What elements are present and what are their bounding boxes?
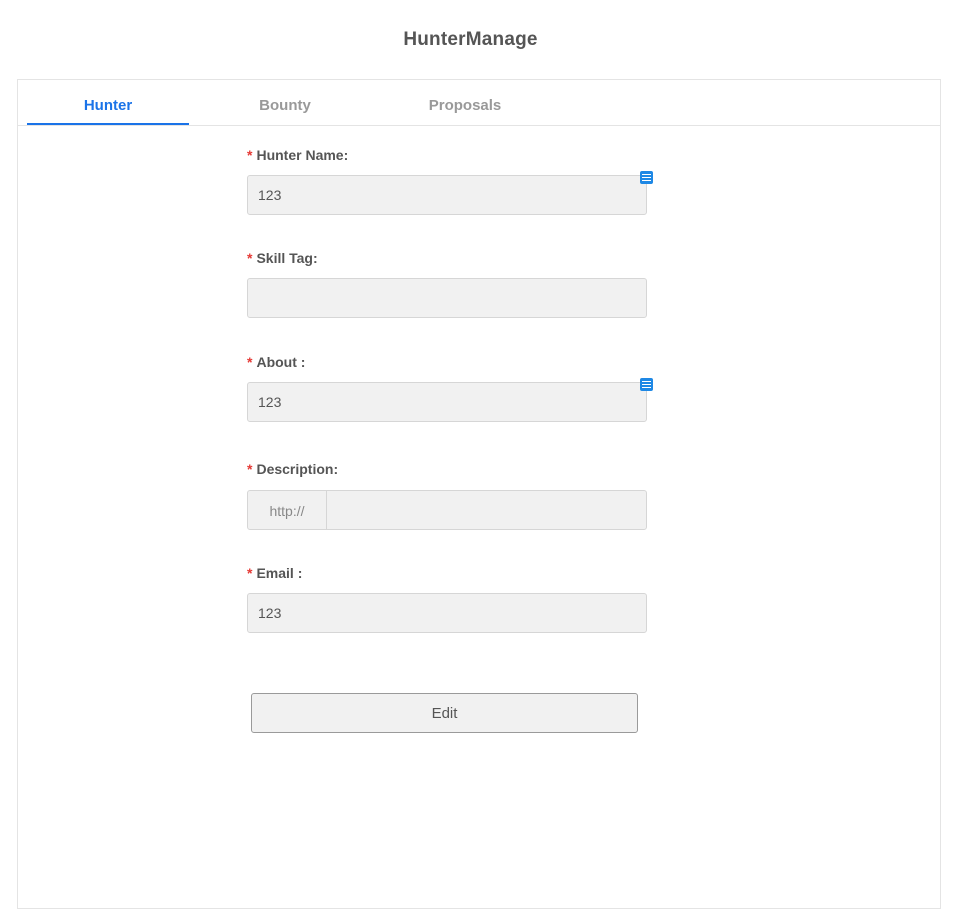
required-marker: * [247,147,253,163]
url-prefix-addon: http:// [248,491,327,529]
skill-tag-label: * Skill Tag: [247,250,318,266]
required-marker: * [247,461,253,477]
email-label: * Email : [247,565,302,581]
tab-bounty[interactable]: Bounty [204,80,366,125]
required-marker: * [247,354,253,370]
list-icon[interactable] [640,378,653,391]
description-field: http:// [247,490,647,530]
about-label-text: About : [256,354,306,370]
skill-tag-label-text: Skill Tag: [256,250,318,266]
about-label: * About : [247,354,305,370]
email-label-text: Email : [256,565,303,581]
edit-button[interactable]: Edit [251,693,638,733]
description-input[interactable] [327,491,646,529]
list-icon[interactable] [640,171,653,184]
tab-hunter[interactable]: Hunter [27,80,189,125]
tab-bar: Hunter Bounty Proposals [18,80,940,126]
tab-proposals-label: Proposals [428,97,502,114]
about-input[interactable] [247,382,647,422]
skill-tag-input[interactable] [247,278,647,318]
tab-proposals[interactable]: Proposals [384,80,546,125]
description-label: * Description: [247,461,338,477]
hunter-name-input[interactable] [247,175,647,215]
hunter-name-label: * Hunter Name: [247,147,348,163]
required-marker: * [247,565,253,581]
email-input[interactable] [247,593,647,633]
active-tab-indicator [27,123,189,125]
page-title: HunterManage [403,29,538,50]
hunter-name-label-text: Hunter Name: [256,147,349,163]
description-label-text: Description: [256,461,339,477]
tab-hunter-label: Hunter [83,97,133,114]
required-marker: * [247,250,253,266]
tab-bounty-label: Bounty [259,97,311,114]
